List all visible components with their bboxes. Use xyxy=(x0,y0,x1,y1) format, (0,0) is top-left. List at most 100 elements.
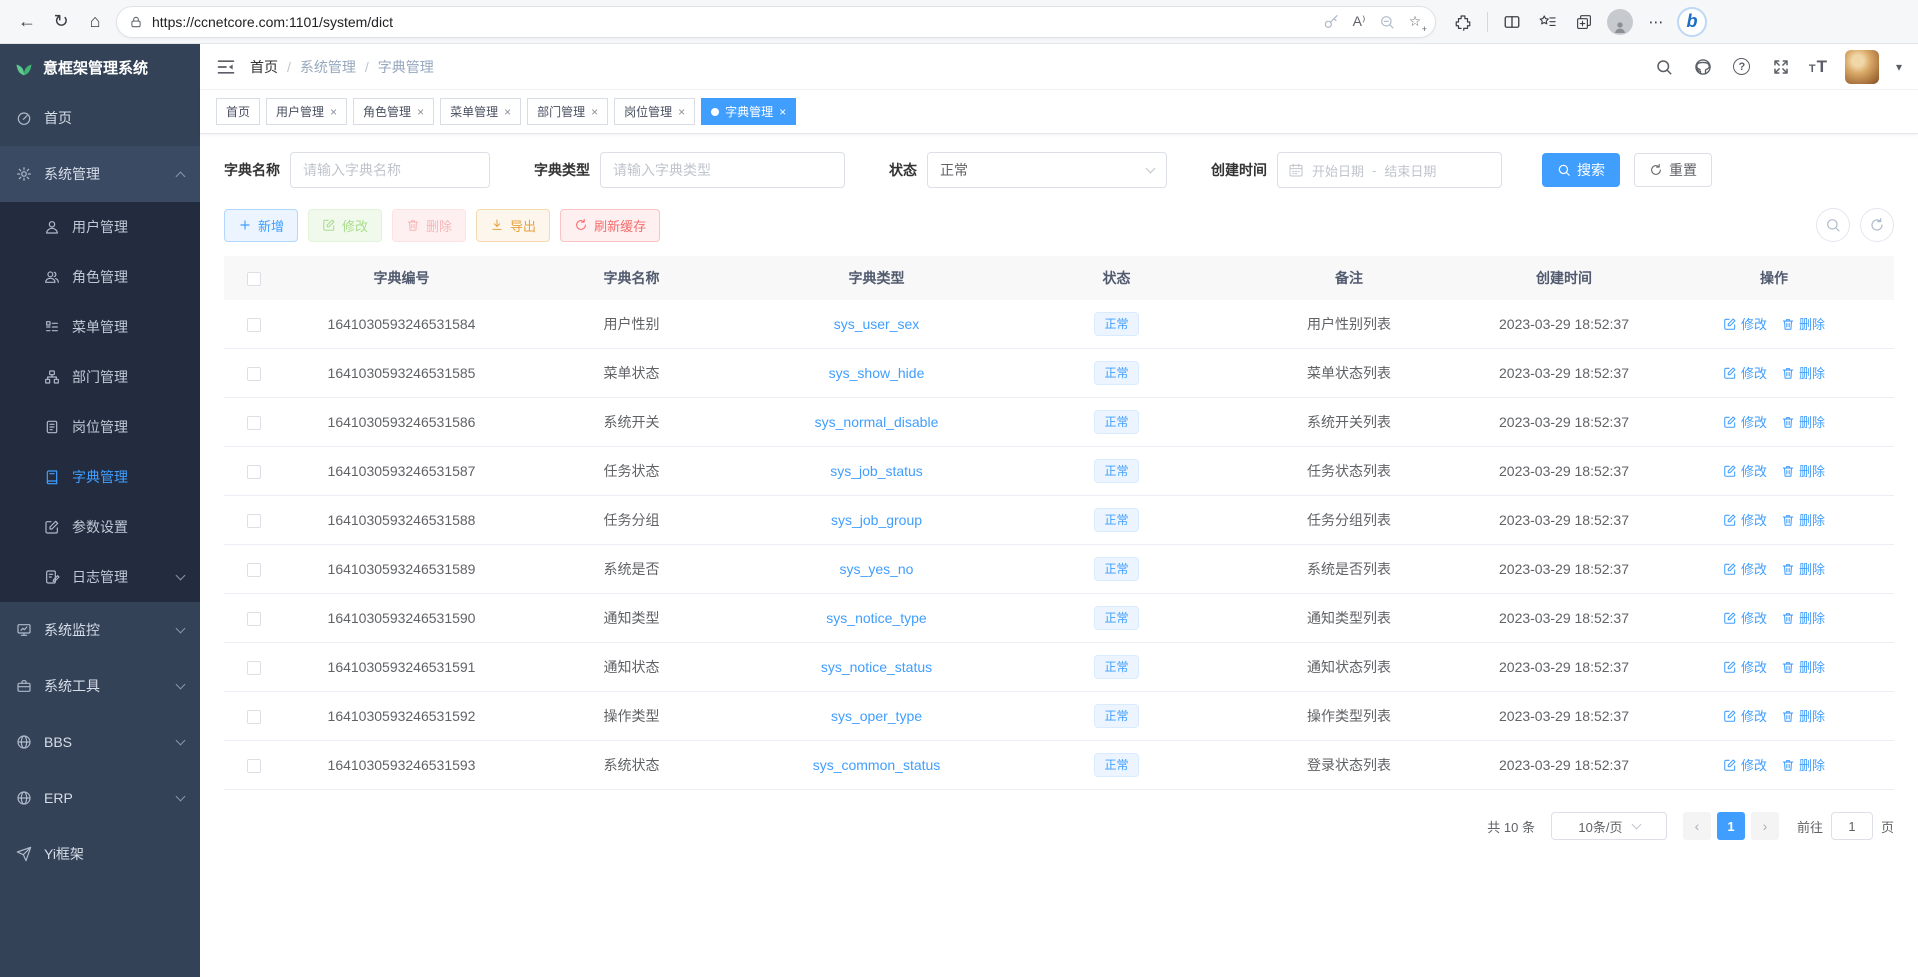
row-checkbox[interactable] xyxy=(247,563,261,577)
text-size-icon[interactable]: TT xyxy=(1809,57,1828,77)
row-checkbox[interactable] xyxy=(247,416,261,430)
row-edit-button[interactable]: 修改 xyxy=(1723,510,1767,529)
reset-button[interactable]: 重置 xyxy=(1634,153,1712,187)
row-delete-button[interactable]: 删除 xyxy=(1781,314,1825,333)
sidebar-item-log-mgmt[interactable]: 日志管理 xyxy=(0,552,200,602)
tab-dict-mgmt[interactable]: 字典管理× xyxy=(701,98,796,125)
sidebar-item-role-mgmt[interactable]: 角色管理 xyxy=(0,252,200,302)
dict-type-link[interactable]: sys_user_sex xyxy=(834,316,920,332)
sidebar-item-post-mgmt[interactable]: 岗位管理 xyxy=(0,402,200,452)
dict-type-link[interactable]: sys_oper_type xyxy=(831,708,922,724)
sidebar-item-dept-mgmt[interactable]: 部门管理 xyxy=(0,352,200,402)
fullscreen-icon[interactable] xyxy=(1770,56,1792,78)
row-edit-button[interactable]: 修改 xyxy=(1723,412,1767,431)
browser-reload-button[interactable]: ↻ xyxy=(44,5,78,39)
row-edit-button[interactable]: 修改 xyxy=(1723,706,1767,725)
dict-type-input[interactable] xyxy=(600,152,845,188)
dict-type-link[interactable]: sys_job_group xyxy=(831,512,922,528)
refresh-cache-button[interactable]: 刷新缓存 xyxy=(560,209,660,242)
row-edit-button[interactable]: 修改 xyxy=(1723,461,1767,480)
row-checkbox[interactable] xyxy=(247,514,261,528)
tab-role-mgmt[interactable]: 角色管理× xyxy=(353,98,434,125)
browser-home-button[interactable]: ⌂ xyxy=(78,5,112,39)
tab-dept-mgmt[interactable]: 部门管理× xyxy=(527,98,608,125)
dict-type-link[interactable]: sys_notice_status xyxy=(821,659,932,675)
page-size-select[interactable]: 10条/页 xyxy=(1551,812,1667,840)
browser-profile-icon[interactable] xyxy=(1605,7,1635,37)
dict-type-link[interactable]: sys_normal_disable xyxy=(815,414,939,430)
tab-user-mgmt[interactable]: 用户管理× xyxy=(266,98,347,125)
row-delete-button[interactable]: 删除 xyxy=(1781,363,1825,382)
current-page-button[interactable]: 1 xyxy=(1717,812,1745,840)
favorites-hub-icon[interactable] xyxy=(1533,7,1563,37)
tab-home[interactable]: 首页 xyxy=(216,98,260,125)
row-delete-button[interactable]: 删除 xyxy=(1781,608,1825,627)
row-delete-button[interactable]: 删除 xyxy=(1781,510,1825,529)
row-checkbox[interactable] xyxy=(247,367,261,381)
browser-address-bar[interactable]: https://ccnetcore.com:1101/system/dict A… xyxy=(116,6,1436,38)
row-checkbox[interactable] xyxy=(247,318,261,332)
sidebar-item-system-tools[interactable]: 系统工具 xyxy=(0,658,200,714)
row-delete-button[interactable]: 删除 xyxy=(1781,412,1825,431)
tab-close-icon[interactable]: × xyxy=(678,105,685,119)
row-checkbox[interactable] xyxy=(247,759,261,773)
row-edit-button[interactable]: 修改 xyxy=(1723,608,1767,627)
collections-icon[interactable] xyxy=(1569,7,1599,37)
sidebar-item-menu-mgmt[interactable]: 菜单管理 xyxy=(0,302,200,352)
next-page-button[interactable]: › xyxy=(1751,812,1779,840)
sidebar-item-user-mgmt[interactable]: 用户管理 xyxy=(0,202,200,252)
read-aloud-icon[interactable]: A⁾ xyxy=(1345,8,1373,36)
delete-button[interactable]: 删除 xyxy=(392,209,466,242)
breadcrumb-system[interactable]: 系统管理 xyxy=(300,57,356,77)
tab-post-mgmt[interactable]: 岗位管理× xyxy=(614,98,695,125)
key-icon[interactable] xyxy=(1317,8,1345,36)
row-edit-button[interactable]: 修改 xyxy=(1723,559,1767,578)
tab-menu-mgmt[interactable]: 菜单管理× xyxy=(440,98,521,125)
breadcrumb-home[interactable]: 首页 xyxy=(250,57,278,77)
sidebar-item-yi-framework[interactable]: Yi框架 xyxy=(0,826,200,882)
sidebar-item-bbs[interactable]: BBS xyxy=(0,714,200,770)
tab-close-icon[interactable]: × xyxy=(591,105,598,119)
tab-close-icon[interactable]: × xyxy=(330,105,337,119)
edit-button[interactable]: 修改 xyxy=(308,209,382,242)
tab-close-icon[interactable]: × xyxy=(779,105,786,119)
row-delete-button[interactable]: 删除 xyxy=(1781,706,1825,725)
github-icon[interactable] xyxy=(1692,56,1714,78)
sidebar-item-param-settings[interactable]: 参数设置 xyxy=(0,502,200,552)
row-delete-button[interactable]: 删除 xyxy=(1781,559,1825,578)
dict-type-link[interactable]: sys_notice_type xyxy=(826,610,926,626)
dict-type-link[interactable]: sys_common_status xyxy=(813,757,941,773)
row-edit-button[interactable]: 修改 xyxy=(1723,657,1767,676)
header-search-icon[interactable] xyxy=(1653,56,1675,78)
row-checkbox[interactable] xyxy=(247,710,261,724)
row-delete-button[interactable]: 删除 xyxy=(1781,461,1825,480)
url-text[interactable]: https://ccnetcore.com:1101/system/dict xyxy=(152,14,1317,30)
extensions-icon[interactable] xyxy=(1448,7,1478,37)
more-options-icon[interactable]: ⋯ xyxy=(1641,7,1671,37)
sidebar-item-erp[interactable]: ERP xyxy=(0,770,200,826)
sidebar-item-system-mgmt[interactable]: 系统管理 xyxy=(0,146,200,202)
tab-close-icon[interactable]: × xyxy=(417,105,424,119)
zoom-out-icon[interactable] xyxy=(1373,8,1401,36)
row-delete-button[interactable]: 删除 xyxy=(1781,657,1825,676)
toggle-search-button[interactable] xyxy=(1816,208,1850,242)
row-delete-button[interactable]: 删除 xyxy=(1781,755,1825,774)
dict-type-link[interactable]: sys_yes_no xyxy=(840,561,914,577)
row-checkbox[interactable] xyxy=(247,612,261,626)
user-avatar[interactable] xyxy=(1845,50,1879,84)
refresh-table-button[interactable] xyxy=(1860,208,1894,242)
split-screen-icon[interactable] xyxy=(1497,7,1527,37)
search-button[interactable]: 搜索 xyxy=(1542,153,1620,187)
row-checkbox[interactable] xyxy=(247,465,261,479)
row-checkbox[interactable] xyxy=(247,661,261,675)
sidebar-item-system-monitor[interactable]: 系统监控 xyxy=(0,602,200,658)
status-select[interactable]: 正常 xyxy=(927,152,1167,188)
help-icon[interactable]: ? xyxy=(1731,56,1753,78)
date-range-picker[interactable]: 开始日期 - 结束日期 xyxy=(1277,152,1502,188)
add-button[interactable]: 新增 xyxy=(224,209,298,242)
avatar-caret-down-icon[interactable]: ▾ xyxy=(1896,60,1902,74)
add-favorite-icon[interactable]: ☆+ xyxy=(1401,8,1429,36)
sidebar-collapse-icon[interactable] xyxy=(216,57,236,77)
select-all-checkbox[interactable] xyxy=(247,272,261,286)
row-edit-button[interactable]: 修改 xyxy=(1723,363,1767,382)
